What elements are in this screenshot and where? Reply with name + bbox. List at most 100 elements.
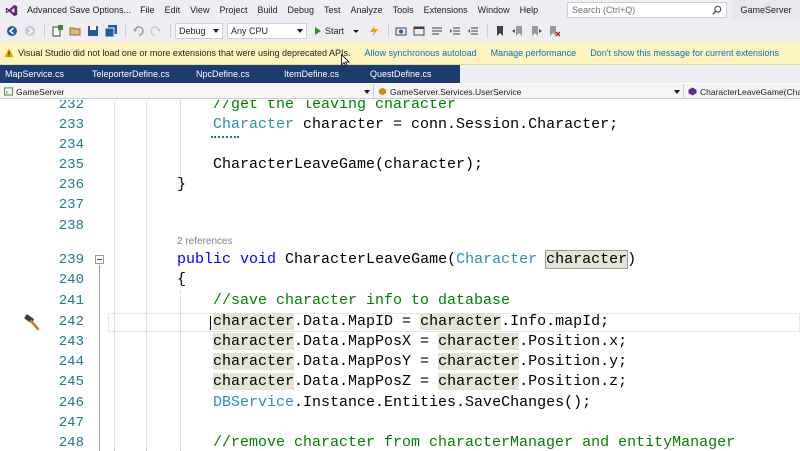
search-input[interactable]: Search (Ctrl+Q) [567, 2, 727, 18]
start-label: Start [325, 26, 345, 36]
manage-performance-link[interactable]: Manage performance [491, 48, 577, 58]
indent-icon [450, 27, 461, 35]
menu-edit[interactable]: Edit [160, 0, 186, 20]
tab-itemdefine[interactable]: ItemDefine.cs [279, 65, 365, 83]
code-line: 237 [0, 195, 800, 215]
toolbar-separator [170, 24, 171, 38]
outdent-button[interactable] [465, 23, 481, 39]
forward-arrow-icon [25, 26, 35, 36]
menu-test[interactable]: Test [319, 0, 346, 20]
menu-project[interactable]: Project [214, 0, 252, 20]
visual-studio-logo-icon[interactable] [0, 0, 22, 20]
code-line: 248 //remove character from characterMan… [0, 433, 800, 451]
line-number: 233 [58, 117, 84, 133]
bookmark-icon [497, 26, 504, 36]
tab-strip: MapService.cs TeleporterDefine.cs NpcDef… [0, 65, 460, 83]
menu-file[interactable]: File [135, 0, 160, 20]
diagnostic-tools-button[interactable] [393, 23, 409, 39]
dont-show-message-link[interactable]: Don't show this message for current exte… [590, 48, 779, 58]
type-dropdown[interactable]: GameServer.Services.UserService [374, 84, 684, 99]
start-without-debugging-button[interactable] [366, 23, 382, 39]
clear-bookmarks-button[interactable] [546, 23, 562, 39]
menu-debug[interactable]: Debug [282, 0, 319, 20]
forward-button[interactable] [22, 23, 38, 39]
prev-bookmark-button[interactable] [510, 23, 526, 39]
menu-window[interactable]: Window [473, 0, 515, 20]
search-placeholder: Search (Ctrl+Q) [572, 5, 636, 15]
play-icon [315, 27, 321, 35]
redo-button[interactable] [148, 23, 164, 39]
line-number: 239 [58, 252, 84, 268]
member-dropdown[interactable]: CharacterLeaveGame(Character character) [684, 84, 800, 99]
chevron-down-icon [297, 29, 303, 33]
tab-questdefine[interactable]: QuestDefine.cs [365, 65, 460, 83]
toolbar-separator [388, 24, 390, 38]
back-arrow-icon [7, 26, 17, 36]
bookmark-button[interactable] [492, 23, 508, 39]
configuration-select[interactable]: Debug [175, 23, 223, 39]
save-button[interactable] [85, 23, 101, 39]
comment-button[interactable] [429, 23, 445, 39]
next-bookmark-button[interactable] [528, 23, 544, 39]
platform-value: Any CPU [231, 26, 269, 36]
code-text: //get the leaving character [177, 100, 457, 113]
navigation-bar: c GameServer GameServer.Services.UserSer… [0, 84, 800, 99]
indent-button[interactable] [447, 23, 463, 39]
code-line: 241 //save character info to database [0, 291, 800, 311]
extension-warning-infobar: Visual Studio did not load one or more e… [0, 42, 800, 65]
back-button[interactable] [4, 23, 20, 39]
references-code-lens[interactable]: 2 references [177, 234, 233, 250]
document-tab-well: MapService.cs TeleporterDefine.cs NpcDef… [0, 65, 800, 83]
tab-mapservice[interactable]: MapService.cs [0, 65, 87, 83]
undo-icon [133, 26, 144, 36]
menu-view[interactable]: View [185, 0, 214, 20]
chevron-down-icon [353, 30, 360, 33]
code-text: character.Data.MapPosX = character.Posit… [213, 333, 628, 350]
menu-tools[interactable]: Tools [388, 0, 419, 20]
title-bar: Advanced Save Options... File Edit View … [0, 0, 800, 20]
code-line: 242 character.Data.MapID = character.Inf… [0, 312, 800, 332]
code-text: Character character = conn.Session.Chara… [213, 116, 619, 133]
project-name: GameServer [16, 86, 65, 97]
redo-icon [150, 26, 161, 36]
line-number: 235 [58, 157, 84, 173]
solution-name[interactable]: GameServer [732, 0, 800, 20]
line-number: 242 [58, 314, 84, 330]
save-all-icon [105, 25, 117, 37]
platform-select[interactable]: Any CPU [227, 23, 307, 39]
start-button[interactable]: Start [311, 23, 348, 39]
new-project-button[interactable] [49, 23, 65, 39]
line-number: 243 [58, 334, 84, 350]
menu-help[interactable]: Help [515, 0, 544, 20]
save-icon [88, 26, 98, 36]
toolbar-separator [125, 24, 126, 38]
menu-analyze[interactable]: Analyze [346, 0, 388, 20]
tab-npcdefine[interactable]: NpcDefine.cs [191, 65, 279, 83]
code-text: { [177, 271, 187, 288]
code-line: 246 DBService.Instance.Entities.SaveChan… [0, 393, 800, 413]
window-icon [413, 26, 425, 36]
window-title: Advanced Save Options... [27, 5, 132, 15]
line-number: 240 [58, 272, 84, 288]
undo-button[interactable] [130, 23, 146, 39]
bookmark-prev-icon [512, 26, 523, 36]
allow-synchronous-autoload-link[interactable]: Allow synchronous autoload [365, 48, 477, 58]
code-line: 245 character.Data.MapPosZ = character.P… [0, 372, 800, 392]
code-line: 247 [0, 413, 800, 433]
csharp-project-icon: c [4, 87, 13, 96]
code-editor[interactable]: 232 //get the leaving character 233 Char… [0, 100, 800, 451]
start-dropdown[interactable] [348, 23, 364, 39]
menu-extensions[interactable]: Extensions [419, 0, 473, 20]
project-dropdown[interactable]: c GameServer [0, 84, 374, 99]
bookmark-next-icon [532, 26, 543, 36]
window-layout-button[interactable] [411, 23, 427, 39]
line-number: 248 [58, 435, 84, 451]
open-file-button[interactable] [67, 23, 83, 39]
code-text: } [177, 176, 187, 193]
toolbar-separator [44, 24, 45, 38]
code-text: //remove character from characterManager… [177, 434, 736, 451]
tab-teleporterdefine[interactable]: TeleporterDefine.cs [87, 65, 191, 83]
menu-build[interactable]: Build [252, 0, 282, 20]
save-all-button[interactable] [103, 23, 119, 39]
lightning-icon [370, 25, 379, 37]
